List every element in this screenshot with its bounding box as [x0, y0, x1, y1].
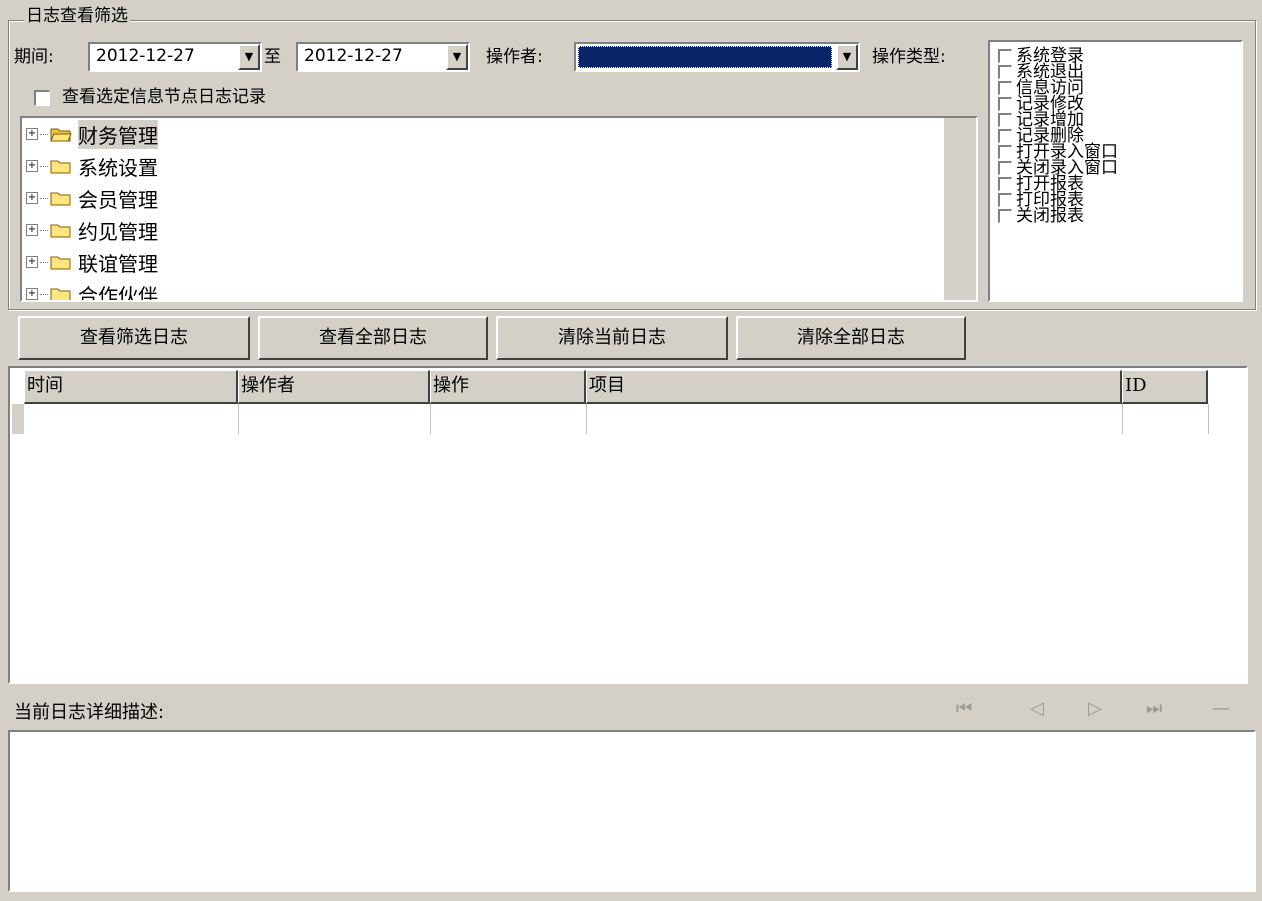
col-header-id[interactable]: ID — [1122, 370, 1208, 404]
op-type-item[interactable]: 关闭报表 — [998, 207, 1084, 224]
clear-all-log-button[interactable]: 清除全部日志 — [736, 316, 966, 360]
info-node-tree[interactable]: + 财务管理 + 系统设置 + 会员管理 + 约见管理 + 联谊管理 + 合作伙… — [20, 116, 978, 302]
detail-memo[interactable] — [8, 730, 1256, 892]
op-type-label: 操作类型: — [872, 47, 946, 67]
grid-cell[interactable] — [586, 404, 1123, 434]
grid-cell[interactable] — [430, 404, 587, 434]
tree-item-system-settings[interactable]: + 系统设置 — [26, 150, 158, 182]
detail-label: 当前日志详细描述: — [14, 702, 165, 723]
view-filtered-log-button[interactable]: 查看筛选日志 — [18, 316, 250, 360]
op-type-list[interactable]: 系统登录 系统退出 信息访问 记录修改 记录增加 记录删除 打开录入窗口 关闭录… — [988, 40, 1243, 302]
tree-item-finance[interactable]: + 财务管理 — [26, 118, 158, 150]
tree-item-appointments[interactable]: + 约见管理 — [26, 214, 158, 246]
nav-first-icon[interactable]: ⏮ — [956, 698, 972, 719]
nav-collapse-icon[interactable]: — — [1212, 698, 1230, 719]
expand-icon[interactable]: + — [26, 192, 38, 204]
tree-item-label: 会员管理 — [78, 187, 158, 212]
col-header-operation[interactable]: 操作 — [430, 370, 586, 404]
op-type-checkbox[interactable] — [998, 65, 1012, 79]
date-to-picker[interactable]: 2012-12-27 ▼ — [296, 42, 470, 72]
tree-item-label: 系统设置 — [78, 155, 158, 180]
col-header-item[interactable]: 项目 — [586, 370, 1122, 404]
grid-cell[interactable] — [24, 404, 239, 434]
folder-icon — [50, 190, 72, 206]
op-type-checkbox[interactable] — [998, 113, 1012, 127]
col-header-operator[interactable]: 操作者 — [238, 370, 430, 404]
tree-item-label: 财务管理 — [78, 119, 158, 149]
date-from-dropdown-icon[interactable]: ▼ — [238, 44, 260, 70]
op-type-checkbox[interactable] — [998, 97, 1012, 111]
clear-current-log-button[interactable]: 清除当前日志 — [496, 316, 728, 360]
op-type-checkbox[interactable] — [998, 177, 1012, 191]
folder-icon — [50, 286, 72, 300]
grid-cell[interactable] — [238, 404, 431, 434]
folder-icon — [50, 254, 72, 270]
op-type-checkbox[interactable] — [998, 161, 1012, 175]
op-type-checkbox[interactable] — [998, 129, 1012, 143]
op-type-checkbox[interactable] — [998, 49, 1012, 63]
view-selected-checkbox[interactable] — [34, 90, 50, 106]
view-selected-label: 查看选定信息节点日志记录 — [62, 87, 266, 107]
op-type-checkbox[interactable] — [998, 81, 1012, 95]
operator-combo[interactable]: ▼ — [574, 42, 860, 72]
nav-last-icon[interactable]: ⏭ — [1146, 698, 1162, 719]
date-to-value: 2012-12-27 — [304, 46, 403, 66]
tree-item-partners[interactable]: + 合作伙伴 — [26, 278, 158, 302]
log-grid[interactable]: 时间 操作者 操作 项目 ID — [8, 366, 1248, 684]
tree-item-social[interactable]: + 联谊管理 — [26, 246, 158, 278]
nav-next-icon[interactable]: ▷ — [1088, 698, 1102, 719]
folder-icon — [50, 222, 72, 238]
operator-dropdown-icon[interactable]: ▼ — [836, 44, 858, 70]
operator-label: 操作者: — [486, 47, 543, 67]
expand-icon[interactable]: + — [26, 128, 38, 140]
tree-item-label: 联谊管理 — [78, 251, 158, 276]
to-label: 至 — [264, 47, 281, 67]
tree-item-members[interactable]: + 会员管理 — [26, 182, 158, 214]
grid-cell[interactable] — [1122, 404, 1209, 434]
col-header-time[interactable]: 时间 — [24, 370, 238, 404]
op-type-checkbox[interactable] — [998, 209, 1012, 223]
tree-scrollbar[interactable] — [944, 118, 976, 300]
row-indicator — [12, 404, 24, 434]
operator-selection — [578, 46, 832, 68]
view-all-log-button[interactable]: 查看全部日志 — [258, 316, 488, 360]
date-from-value: 2012-12-27 — [96, 46, 195, 66]
period-label: 期间: — [14, 47, 54, 67]
expand-icon[interactable]: + — [26, 224, 38, 236]
expand-icon[interactable]: + — [26, 256, 38, 268]
tree-item-label: 约见管理 — [78, 219, 158, 244]
date-from-picker[interactable]: 2012-12-27 ▼ — [88, 42, 262, 72]
folder-icon — [50, 158, 72, 174]
op-type-checkbox[interactable] — [998, 145, 1012, 159]
folder-open-icon — [50, 126, 72, 142]
nav-prev-icon[interactable]: ◁ — [1030, 698, 1044, 719]
date-to-dropdown-icon[interactable]: ▼ — [446, 44, 468, 70]
filter-group-title: 日志查看筛选 — [24, 6, 130, 26]
expand-icon[interactable]: + — [26, 160, 38, 172]
expand-icon[interactable]: + — [26, 288, 38, 300]
op-type-checkbox[interactable] — [998, 193, 1012, 207]
tree-item-label: 合作伙伴 — [78, 283, 158, 302]
